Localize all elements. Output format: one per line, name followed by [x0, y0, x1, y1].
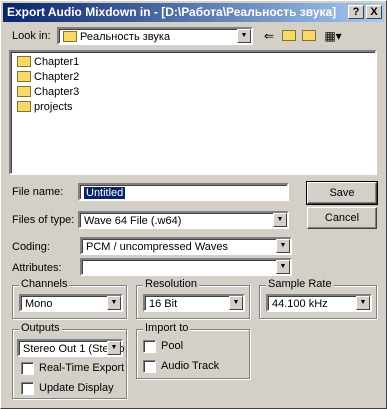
- sample-rate-group: Sample Rate 44.100 kHz ▼: [259, 278, 377, 319]
- import-to-label: Import to: [143, 322, 191, 334]
- audio-track-checkbox[interactable]: [143, 360, 156, 373]
- list-item[interactable]: projects: [17, 100, 73, 115]
- pool-checkbox[interactable]: [143, 340, 156, 353]
- sample-rate-value: 44.100 kHz: [272, 298, 328, 310]
- file-name-value: Untitled: [84, 187, 126, 199]
- file-type-value: Wave 64 File (.w64): [84, 215, 182, 227]
- up-folder-glyph: [282, 30, 296, 42]
- file-type-label: Files of type:: [12, 214, 75, 226]
- channels-value: Mono: [25, 298, 53, 310]
- realtime-export-checkbox[interactable]: [21, 362, 34, 375]
- outputs-group: Outputs Stereo Out 1 (Stereo ▼ Real-Time…: [12, 322, 127, 399]
- list-item[interactable]: Chapter3: [17, 85, 79, 100]
- coding-label: Coding:: [12, 241, 50, 253]
- chevron-down-icon[interactable]: ▼: [276, 239, 290, 253]
- channels-group: Channels Mono ▼: [12, 278, 127, 319]
- look-in-label: Look in:: [12, 30, 51, 42]
- outputs-select[interactable]: Stereo Out 1 (Stereo ▼: [17, 339, 125, 357]
- window-title: Export Audio Mixdown in - [D:\Работа\Реа…: [7, 5, 337, 19]
- resolution-select[interactable]: 16 Bit ▼: [143, 294, 245, 312]
- file-type-select[interactable]: Wave 64 File (.w64) ▼: [78, 211, 289, 229]
- new-folder-icon[interactable]: [300, 28, 318, 44]
- folder-icon: [63, 30, 77, 42]
- import-to-group: Import to Pool Audio Track: [136, 322, 250, 379]
- folder-icon: [17, 70, 31, 82]
- new-folder-glyph: [302, 30, 316, 42]
- chevron-down-icon[interactable]: ▼: [356, 296, 370, 310]
- file-name-input[interactable]: Untitled: [78, 183, 289, 201]
- sample-rate-select[interactable]: 44.100 kHz ▼: [266, 294, 372, 312]
- chevron-down-icon[interactable]: ▼: [107, 296, 121, 310]
- attributes-select[interactable]: ▼: [80, 258, 292, 276]
- chevron-down-icon[interactable]: ▼: [107, 341, 121, 355]
- save-button[interactable]: Save: [306, 181, 378, 205]
- folder-icon: [17, 85, 31, 97]
- resolution-group: Resolution 16 Bit ▼: [136, 278, 250, 319]
- resolution-value: 16 Bit: [149, 298, 178, 310]
- coding-value: PCM / uncompressed Waves: [86, 241, 229, 253]
- file-list[interactable]: Chapter1 Chapter2 Chapter3 projects: [9, 50, 377, 175]
- look-in-select[interactable]: Реальность звука ▼: [57, 27, 253, 45]
- resolution-label: Resolution: [143, 278, 199, 290]
- coding-select[interactable]: PCM / uncompressed Waves ▼: [80, 237, 292, 255]
- cancel-button[interactable]: Cancel: [307, 207, 377, 229]
- list-item[interactable]: Chapter1: [17, 55, 79, 70]
- update-display-label: Update Display: [39, 382, 114, 394]
- audio-track-label: Audio Track: [161, 360, 220, 372]
- look-in-value: Реальность звука: [63, 30, 170, 44]
- outputs-label: Outputs: [19, 322, 62, 334]
- update-display-checkbox[interactable]: [21, 382, 34, 395]
- list-item[interactable]: Chapter2: [17, 70, 79, 85]
- file-name-label: File name:: [12, 186, 64, 198]
- pool-label: Pool: [161, 340, 184, 352]
- title-bar: Export Audio Mixdown in - [D:\Работа\Реа…: [3, 3, 384, 22]
- folder-icon: [17, 100, 31, 112]
- up-folder-icon[interactable]: [280, 28, 298, 44]
- attributes-label: Attributes:: [12, 262, 62, 274]
- close-button[interactable]: X: [366, 5, 382, 19]
- realtime-export-label: Real-Time Export: [39, 362, 125, 374]
- chevron-down-icon[interactable]: ▼: [229, 296, 243, 310]
- chevron-down-icon[interactable]: ▼: [273, 213, 287, 227]
- chevron-down-icon[interactable]: ▼: [237, 29, 251, 43]
- sample-rate-label: Sample Rate: [266, 278, 334, 290]
- channels-select[interactable]: Mono ▼: [19, 294, 123, 312]
- chevron-down-icon[interactable]: ▼: [276, 260, 290, 274]
- back-icon[interactable]: ⇐: [260, 28, 278, 44]
- view-menu-icon[interactable]: ▦▾: [322, 28, 344, 44]
- folder-icon: [17, 55, 31, 67]
- help-button[interactable]: ?: [348, 5, 364, 19]
- export-dialog: Export Audio Mixdown in - [D:\Работа\Реа…: [0, 0, 387, 409]
- channels-label: Channels: [19, 278, 70, 290]
